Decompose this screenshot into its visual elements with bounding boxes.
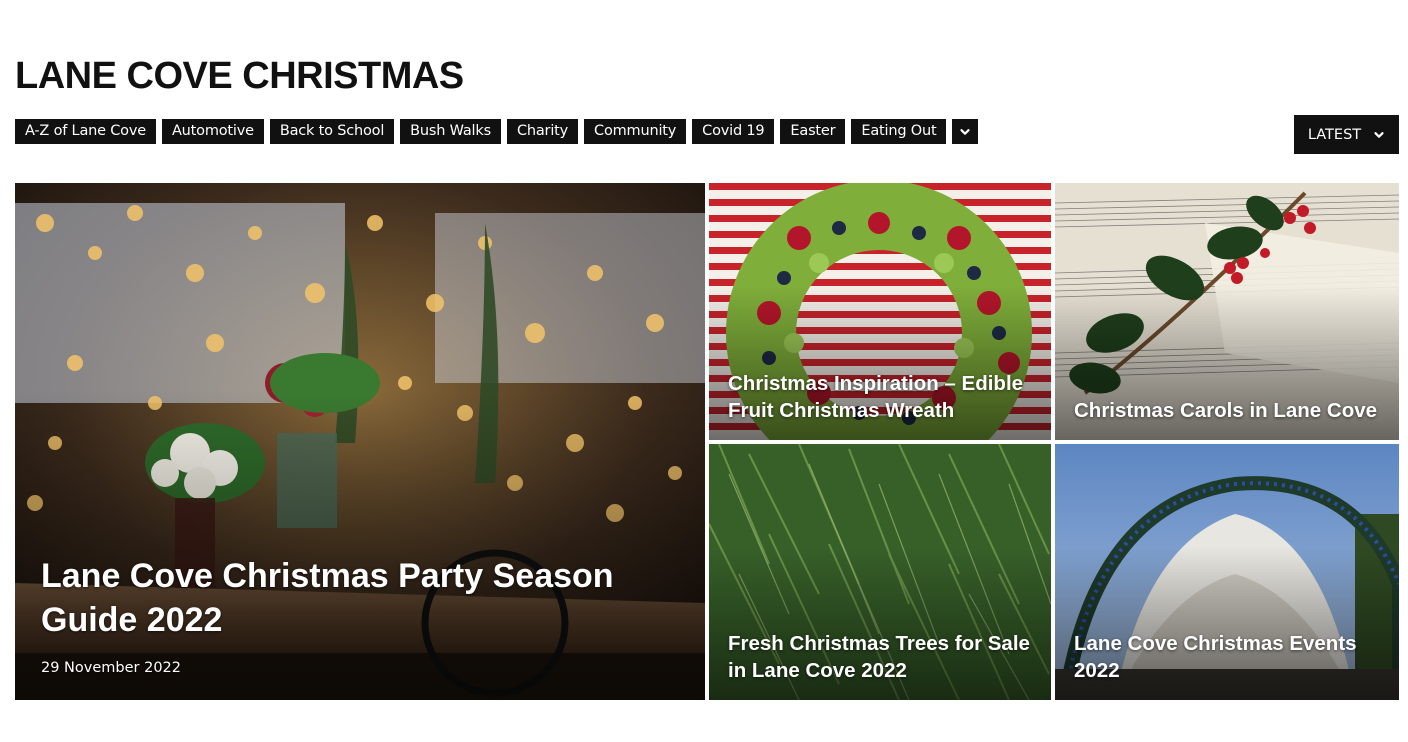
category-tag-a-z-of-lane-cove[interactable]: A-Z of Lane Cove [15, 119, 156, 144]
page-title: LANE COVE CHRISTMAS [15, 55, 464, 97]
category-tag-back-to-school[interactable]: Back to School [269, 119, 395, 144]
article-card[interactable]: Lane Cove Christmas Events 2022 [1055, 444, 1399, 700]
featured-article-title: Lane Cove Christmas Party Season Guide 2… [41, 557, 614, 639]
category-tag-covid-19[interactable]: Covid 19 [692, 119, 775, 144]
more-categories-button[interactable] [952, 119, 979, 144]
article-title: Lane Cove Christmas Events 2022 [1074, 632, 1357, 682]
sort-dropdown[interactable]: LATEST [1294, 115, 1399, 154]
category-tag-automotive[interactable]: Automotive [161, 119, 264, 144]
article-title: Christmas Carols in Lane Cove [1074, 399, 1378, 422]
category-tag-charity[interactable]: Charity [506, 119, 579, 144]
article-card[interactable]: Christmas Inspiration – Edible Fruit Chr… [709, 183, 1051, 440]
featured-article-date: 29 November 2022 [41, 660, 182, 676]
article-title: Fresh Christmas Trees for Sale in Lane C… [728, 632, 1030, 682]
article-title: Christmas Inspiration – Edible Fruit Chr… [728, 372, 1024, 422]
category-tag-bar: A-Z of Lane Cove Automotive Back to Scho… [15, 119, 979, 144]
article-card[interactable]: Fresh Christmas Trees for Sale in Lane C… [709, 444, 1051, 700]
category-tag-bush-walks[interactable]: Bush Walks [400, 119, 501, 144]
category-tag-easter[interactable]: Easter [780, 119, 846, 144]
sort-dropdown-label: LATEST [1307, 126, 1362, 143]
category-tag-community[interactable]: Community [584, 119, 687, 144]
chevron-down-icon [960, 128, 971, 135]
featured-article-card[interactable]: Lane Cove Christmas Party Season Guide 2… [15, 183, 705, 700]
chevron-down-icon [1374, 131, 1384, 138]
article-card[interactable]: Christmas Carols in Lane Cove [1055, 183, 1399, 440]
category-tag-eating-out[interactable]: Eating Out [851, 119, 947, 144]
